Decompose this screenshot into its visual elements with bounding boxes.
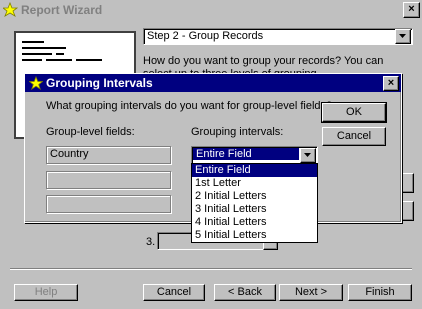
preview-line xyxy=(22,59,42,61)
group-level-3-number: 3. xyxy=(146,236,156,248)
grouping-intervals-header: Grouping intervals: xyxy=(191,126,284,138)
grouping-interval-option[interactable]: 3 Initial Letters xyxy=(192,203,317,216)
preview-line xyxy=(76,59,102,61)
grouping-interval-option[interactable]: 4 Initial Letters xyxy=(192,216,317,229)
preview-line xyxy=(22,53,52,55)
footer-separator xyxy=(10,268,412,270)
preview-line xyxy=(22,41,44,43)
grouping-interval-select[interactable]: Entire Field xyxy=(191,146,318,164)
wizard-title: Report Wizard xyxy=(21,3,103,17)
dialog-close-button[interactable]: × xyxy=(383,76,399,91)
remove-group-button[interactable] xyxy=(402,201,414,221)
dialog-title: Grouping Intervals xyxy=(46,76,153,90)
wizard-close-button[interactable]: × xyxy=(403,2,420,18)
grouping-interval-option[interactable]: 5 Initial Letters xyxy=(192,229,317,242)
help-button[interactable]: Help xyxy=(14,284,78,301)
wizard-app-icon xyxy=(3,2,18,17)
preview-line xyxy=(56,53,64,55)
grouping-interval-option[interactable]: 2 Initial Letters xyxy=(192,190,317,203)
chevron-down-icon xyxy=(399,34,406,38)
grouping-interval-options-list: Entire Field 1st Letter 2 Initial Letter… xyxy=(191,163,318,243)
finish-button[interactable]: Finish xyxy=(348,284,412,301)
grouping-interval-value: Entire Field xyxy=(193,148,299,160)
dialog-app-icon xyxy=(29,76,43,90)
close-icon: × xyxy=(387,77,395,89)
close-icon: × xyxy=(408,3,415,15)
step-dropdown-button[interactable] xyxy=(395,29,411,44)
back-button[interactable]: < Back xyxy=(214,284,276,301)
group-level-field-1-value: Country xyxy=(50,148,89,160)
group-level-field-2 xyxy=(46,171,171,189)
preview-line xyxy=(22,47,66,49)
chevron-down-icon xyxy=(304,153,311,157)
wizard-step-select[interactable]: Step 2 - Group Records xyxy=(143,28,413,45)
wizard-cancel-button[interactable]: Cancel xyxy=(143,284,205,301)
dialog-question: What grouping intervals do you want for … xyxy=(46,100,333,112)
wizard-title-bar: Report Wizard × xyxy=(0,0,422,20)
dialog-title-bar: Grouping Intervals × xyxy=(25,74,401,92)
group-level-fields-header: Group-level fields: xyxy=(46,126,135,138)
add-group-button[interactable] xyxy=(402,173,414,193)
preview-line xyxy=(46,59,72,61)
group-level-field-3 xyxy=(46,195,171,213)
group-level-field-1: Country xyxy=(46,146,171,164)
wizard-step-value: Step 2 - Group Records xyxy=(147,30,264,42)
dialog-cancel-button[interactable]: Cancel xyxy=(322,127,386,146)
grouping-interval-dropdown-button[interactable] xyxy=(300,148,316,163)
next-button[interactable]: Next > xyxy=(279,284,343,301)
grouping-interval-option[interactable]: Entire Field xyxy=(192,164,317,177)
grouping-interval-option[interactable]: 1st Letter xyxy=(192,177,317,190)
dialog-ok-button[interactable]: OK xyxy=(321,102,387,123)
